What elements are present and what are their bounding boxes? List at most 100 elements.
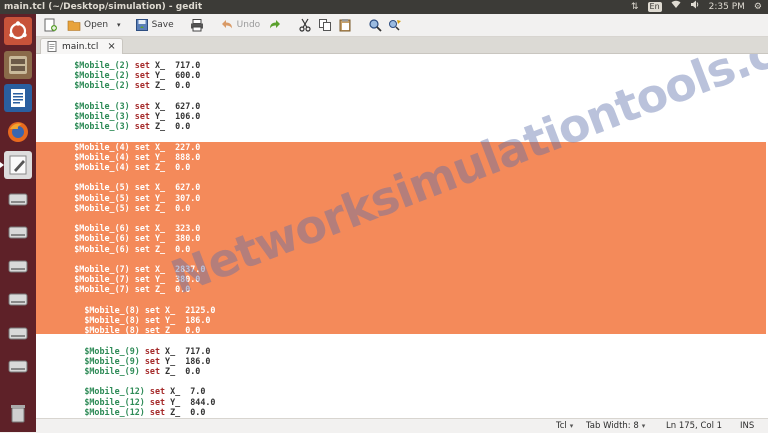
value-token: X_ 627.0 <box>149 100 201 111</box>
variable-token: $Mobile_(6) <box>74 243 130 254</box>
code-line: $Mobile_(2) set X_ 717.0 <box>44 60 200 70</box>
value-token: X_ 7.0 <box>165 386 206 397</box>
variable-token: $Mobile_(2) <box>74 60 130 70</box>
cursor-position: Ln 175, Col 1 <box>666 419 722 433</box>
print-button[interactable] <box>187 15 207 35</box>
save-button[interactable]: Save <box>132 15 177 35</box>
keyword-token: set <box>134 223 150 234</box>
undo-label: Undo <box>236 20 261 30</box>
find-replace-icon <box>389 20 402 31</box>
cut-button[interactable] <box>295 15 315 35</box>
code-line: $Mobile_(7) set Z_ 0.0 <box>44 284 190 294</box>
ubuntu-dash-button[interactable] <box>4 17 32 45</box>
code-line: $Mobile_(12) set Y_ 844.0 <box>44 397 215 407</box>
redo-button[interactable] <box>265 15 285 35</box>
keyword-token: set <box>134 162 150 172</box>
keyword-token: set <box>134 100 150 111</box>
firefox-button[interactable] <box>4 118 32 146</box>
keyword-token: set <box>134 80 150 91</box>
value-token: Y_ 844.0 <box>165 396 216 407</box>
network-updown-icon[interactable]: ⇅ <box>631 0 639 14</box>
tab-label: main.tcl <box>62 41 99 52</box>
keyword-token: set <box>144 355 160 366</box>
drive-button-5[interactable] <box>4 319 32 347</box>
value-token: Y_ 380.0 <box>149 274 201 285</box>
code-line: $Mobile_(8) set Z_ 0.0 <box>44 325 200 335</box>
value-token: X_ 717.0 <box>149 60 201 70</box>
drive-button-3[interactable] <box>4 252 32 280</box>
variable-token: $Mobile_(6) <box>74 233 130 244</box>
value-token: X_ 2837.0 <box>149 264 206 274</box>
language-selector[interactable]: Tcl ▾ <box>556 419 573 433</box>
keyword-token: set <box>134 284 150 295</box>
text-editor-button[interactable] <box>0 151 32 179</box>
keyboard-layout-indicator[interactable]: En <box>647 2 662 12</box>
search-icon <box>369 19 382 32</box>
variable-token: $Mobile_(7) <box>74 284 130 295</box>
code-line: $Mobile_(8) set Y_ 186.0 <box>44 315 210 325</box>
keyword-token: set <box>134 60 150 70</box>
value-token: X_ 323.0 <box>149 223 201 234</box>
drive-button-2[interactable] <box>4 218 32 246</box>
gear-icon[interactable]: ⚙ <box>754 0 762 14</box>
close-tab-icon[interactable]: × <box>107 41 115 52</box>
text-editor-area[interactable]: $Mobile_(2) set X_ 717.0 $Mobile_(2) set… <box>36 54 768 418</box>
keyword-token: set <box>134 243 150 254</box>
wifi-icon[interactable] <box>671 0 681 14</box>
copy-icon <box>319 19 332 31</box>
variable-token: $Mobile_(12) <box>84 406 145 417</box>
tab-width-selector[interactable]: Tab Width: 8 ▾ <box>586 419 645 433</box>
drive-button-6[interactable] <box>4 352 32 380</box>
drive-button-4[interactable] <box>4 285 32 313</box>
undo-button[interactable]: Undo <box>217 15 264 35</box>
code-line: $Mobile_(9) set Y_ 186.0 <box>44 356 210 366</box>
code-line: $Mobile_(5) set Y_ 307.0 <box>44 193 200 203</box>
variable-token: $Mobile_(4) <box>74 151 130 162</box>
clock[interactable]: 2:35 PM <box>709 0 745 14</box>
keyword-token: set <box>149 406 166 417</box>
variable-token: $Mobile_(8) <box>84 325 140 336</box>
code-line: $Mobile_(6) set X_ 323.0 <box>44 223 200 233</box>
open-label: Open <box>84 20 109 30</box>
new-document-icon <box>44 18 57 32</box>
files-button[interactable] <box>4 51 32 79</box>
replace-button[interactable] <box>385 15 405 35</box>
file-cabinet-icon <box>9 56 27 74</box>
value-token: Z_ 0.0 <box>149 243 191 254</box>
text-editor-icon <box>9 155 27 175</box>
hard-drive-icon <box>8 226 28 239</box>
find-button[interactable] <box>365 15 385 35</box>
value-token: X_ 2125.0 <box>160 304 216 315</box>
trash-icon <box>11 405 25 423</box>
variable-token: $Mobile_(7) <box>74 274 130 285</box>
volume-icon[interactable] <box>690 0 700 14</box>
keyword-token: set <box>134 274 150 285</box>
keyword-token: set <box>134 111 150 121</box>
variable-token: $Mobile_(9) <box>84 345 140 356</box>
trash-button[interactable] <box>4 399 32 427</box>
document-icon <box>11 89 25 107</box>
open-recent-dropdown-icon[interactable]: ▾ <box>117 21 121 29</box>
launcher <box>0 14 36 432</box>
status-bar: Tcl ▾ Tab Width: 8 ▾ Ln 175, Col 1 INS <box>36 418 768 433</box>
open-button[interactable]: Open ▾ <box>64 15 124 35</box>
tab-main-tcl[interactable]: main.tcl × <box>40 38 123 54</box>
value-token: Y_ 380.0 <box>149 233 201 244</box>
drive-button-1[interactable] <box>4 185 32 213</box>
copy-button[interactable] <box>315 15 335 35</box>
new-document-button[interactable] <box>40 15 60 35</box>
writer-button[interactable] <box>4 84 32 112</box>
variable-token: $Mobile_(7) <box>74 264 130 274</box>
variable-token: $Mobile_(3) <box>74 100 130 111</box>
keyword-token: set <box>134 121 150 132</box>
keyword-token: set <box>134 192 150 203</box>
keyword-token: set <box>144 304 160 315</box>
value-token: Z_ 0.0 <box>149 162 191 172</box>
value-token: Z_ 0.0 <box>149 121 191 132</box>
hard-drive-icon <box>8 293 28 306</box>
variable-token: $Mobile_(4) <box>74 162 130 172</box>
paste-button[interactable] <box>335 15 355 35</box>
value-token: Y_ 307.0 <box>149 192 201 203</box>
save-label: Save <box>151 20 174 30</box>
value-token: X_ 627.0 <box>149 182 201 193</box>
